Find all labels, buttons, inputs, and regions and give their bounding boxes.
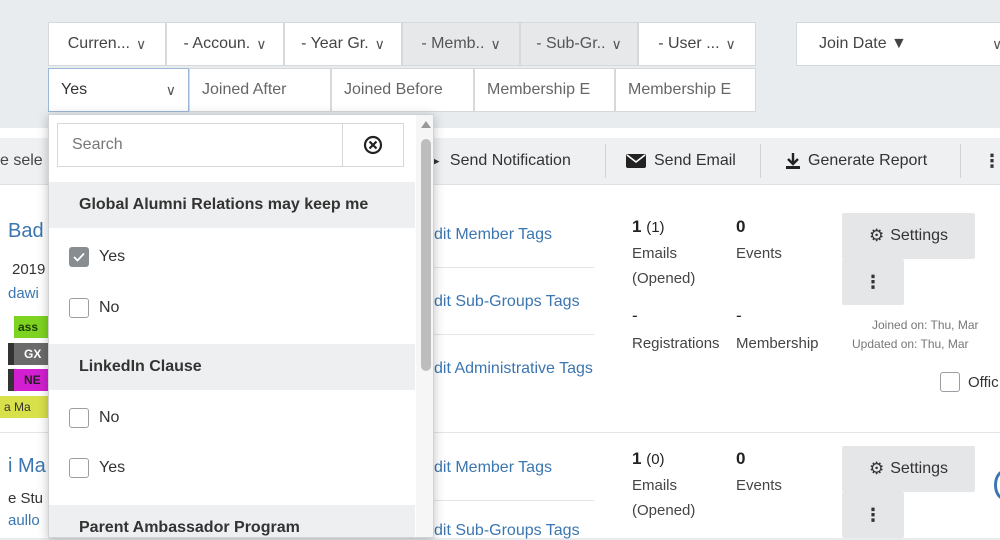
member-subtitle: e Stu <box>8 490 44 507</box>
tag-badge[interactable]: NE <box>8 369 48 391</box>
gear-icon: ⚙ <box>868 226 885 245</box>
emails-count: 1 (1) <box>632 217 665 236</box>
membership-expiry-to-input[interactable]: Membership E <box>615 68 756 112</box>
consent-filter-dropdown: Search Global Alumni Relations may keep … <box>48 114 434 538</box>
edit-member-tags-link[interactable]: dit Member Tags <box>434 226 552 244</box>
tag-badge[interactable]: a Ma <box>0 396 48 418</box>
checkbox[interactable] <box>69 298 89 318</box>
membership-label: Membership <box>736 335 819 352</box>
edit-sub-groups-tags-link[interactable]: dit Sub-Groups Tags <box>434 522 580 540</box>
member-year: 2019 <box>12 261 46 278</box>
filter-user[interactable]: - User ... ∨ <box>638 22 756 66</box>
download-icon <box>786 153 800 169</box>
chevron-down-icon: ∨ <box>725 35 736 52</box>
group-header-global-alumni: Global Alumni Relations may keep me <box>49 182 415 228</box>
registrations-count: - <box>632 306 638 325</box>
settings-button[interactable]: ⚙ Settings <box>842 446 975 492</box>
edit-sub-groups-tags-link[interactable]: dit Sub-Groups Tags <box>434 293 580 311</box>
clear-search-button[interactable] <box>342 123 404 167</box>
events-label: Events <box>736 477 782 494</box>
edit-member-tags-link[interactable]: dit Member Tags <box>434 459 552 477</box>
filter-currency[interactable]: Curren... ∨ <box>48 22 166 66</box>
divider <box>605 144 606 178</box>
membership-count: - <box>736 306 742 325</box>
emails-count: 1 (0) <box>632 449 665 468</box>
membership-expiry-from-input[interactable]: Membership E <box>474 68 615 112</box>
filter-sub-group[interactable]: - Sub-Gr.. ∨ <box>520 22 638 66</box>
events-label: Events <box>736 245 782 262</box>
divider <box>760 144 761 178</box>
officer-checkbox[interactable]: Offic <box>940 372 999 392</box>
emails-label: Emails <box>632 477 678 494</box>
divider <box>434 500 594 501</box>
member-name-link[interactable]: Bad <box>8 220 44 243</box>
check-icon <box>73 252 85 262</box>
scroll-up-arrow-icon[interactable] <box>421 121 431 128</box>
option-global-alumni-no[interactable]: No <box>69 293 119 323</box>
option-linkedin-no[interactable]: No <box>69 403 119 433</box>
member-name-link[interactable]: i Ma <box>8 455 46 478</box>
send-notification-button[interactable]: ► Send Notification <box>430 138 571 184</box>
tag-badge[interactable]: ass <box>14 316 48 338</box>
joined-after-input[interactable]: Joined After <box>189 68 331 112</box>
group-header-linkedin: LinkedIn Clause <box>49 344 415 390</box>
scrollbar-thumb[interactable] <box>421 139 431 371</box>
updated-on-text: Updated on: Thu, Mar <box>852 337 969 351</box>
gear-icon: ⚙ <box>868 459 885 478</box>
filter-consent-select[interactable]: Yes ∨ <box>48 68 189 112</box>
filter-year-group[interactable]: - Year Gr. ∨ <box>284 22 402 66</box>
row-actions-menu-button[interactable]: ⋮ <box>842 259 904 305</box>
checkbox-checked[interactable] <box>69 247 89 267</box>
edit-administrative-tags-link[interactable]: dit Administrative Tags <box>434 360 593 378</box>
settings-button[interactable]: ⚙ Settings <box>842 213 975 259</box>
member-email-link[interactable]: dawi <box>8 285 39 302</box>
option-linkedin-yes[interactable]: Yes <box>69 453 125 483</box>
sort-join-date[interactable]: Join Date ▼ ∨ <box>796 22 1000 66</box>
emails-opened-label: (Opened) <box>632 502 696 519</box>
joined-on-text: Joined on: Thu, Mar <box>872 318 979 332</box>
chevron-down-icon: ∨ <box>136 35 147 52</box>
dropdown-search-input[interactable]: Search <box>57 123 343 167</box>
generate-report-button[interactable]: Generate Report <box>786 138 927 184</box>
tag-badge[interactable]: GX <box>8 343 48 365</box>
checkbox[interactable] <box>940 372 960 392</box>
divider <box>960 144 961 178</box>
send-email-button[interactable]: Send Email <box>626 138 736 184</box>
chevron-down-icon: ∨ <box>992 36 1000 53</box>
divider <box>434 267 594 268</box>
filter-bar: Curren... ∨ - Accoun. ∨ - Year Gr. ∨ - Memb… <box>0 0 1000 128</box>
events-count: 0 <box>736 217 746 236</box>
chevron-down-icon: ∨ <box>490 35 501 52</box>
joined-before-input[interactable]: Joined Before <box>331 68 474 112</box>
more-actions-button[interactable]: ⋮ <box>983 138 1000 184</box>
checkbox[interactable] <box>69 408 89 428</box>
option-global-alumni-yes[interactable]: Yes <box>69 242 125 272</box>
events-count: 0 <box>736 449 746 468</box>
chevron-down-icon: ∨ <box>374 35 385 52</box>
dropdown-scrollbar[interactable] <box>416 115 433 537</box>
chevron-down-icon: ∨ <box>611 35 622 52</box>
registrations-label: Registrations <box>632 335 720 352</box>
chevron-down-icon: ∨ <box>165 81 176 98</box>
checkbox[interactable] <box>69 458 89 478</box>
member-email-link[interactable]: aullo <box>8 512 40 529</box>
select-all-label[interactable]: e sele <box>0 138 43 184</box>
emails-label: Emails <box>632 245 678 262</box>
divider <box>434 334 594 335</box>
row-actions-menu-button[interactable]: ⋮ <box>842 492 904 538</box>
filter-membership[interactable]: - Memb.. ∨ <box>402 22 520 66</box>
group-header-parent-ambassador: Parent Ambassador Program <box>49 505 415 537</box>
emails-opened-label: (Opened) <box>632 270 696 287</box>
chevron-down-icon: ∨ <box>256 35 267 52</box>
envelope-icon <box>626 154 646 168</box>
filter-account[interactable]: - Accoun. ∨ <box>166 22 284 66</box>
clear-icon <box>363 135 383 155</box>
